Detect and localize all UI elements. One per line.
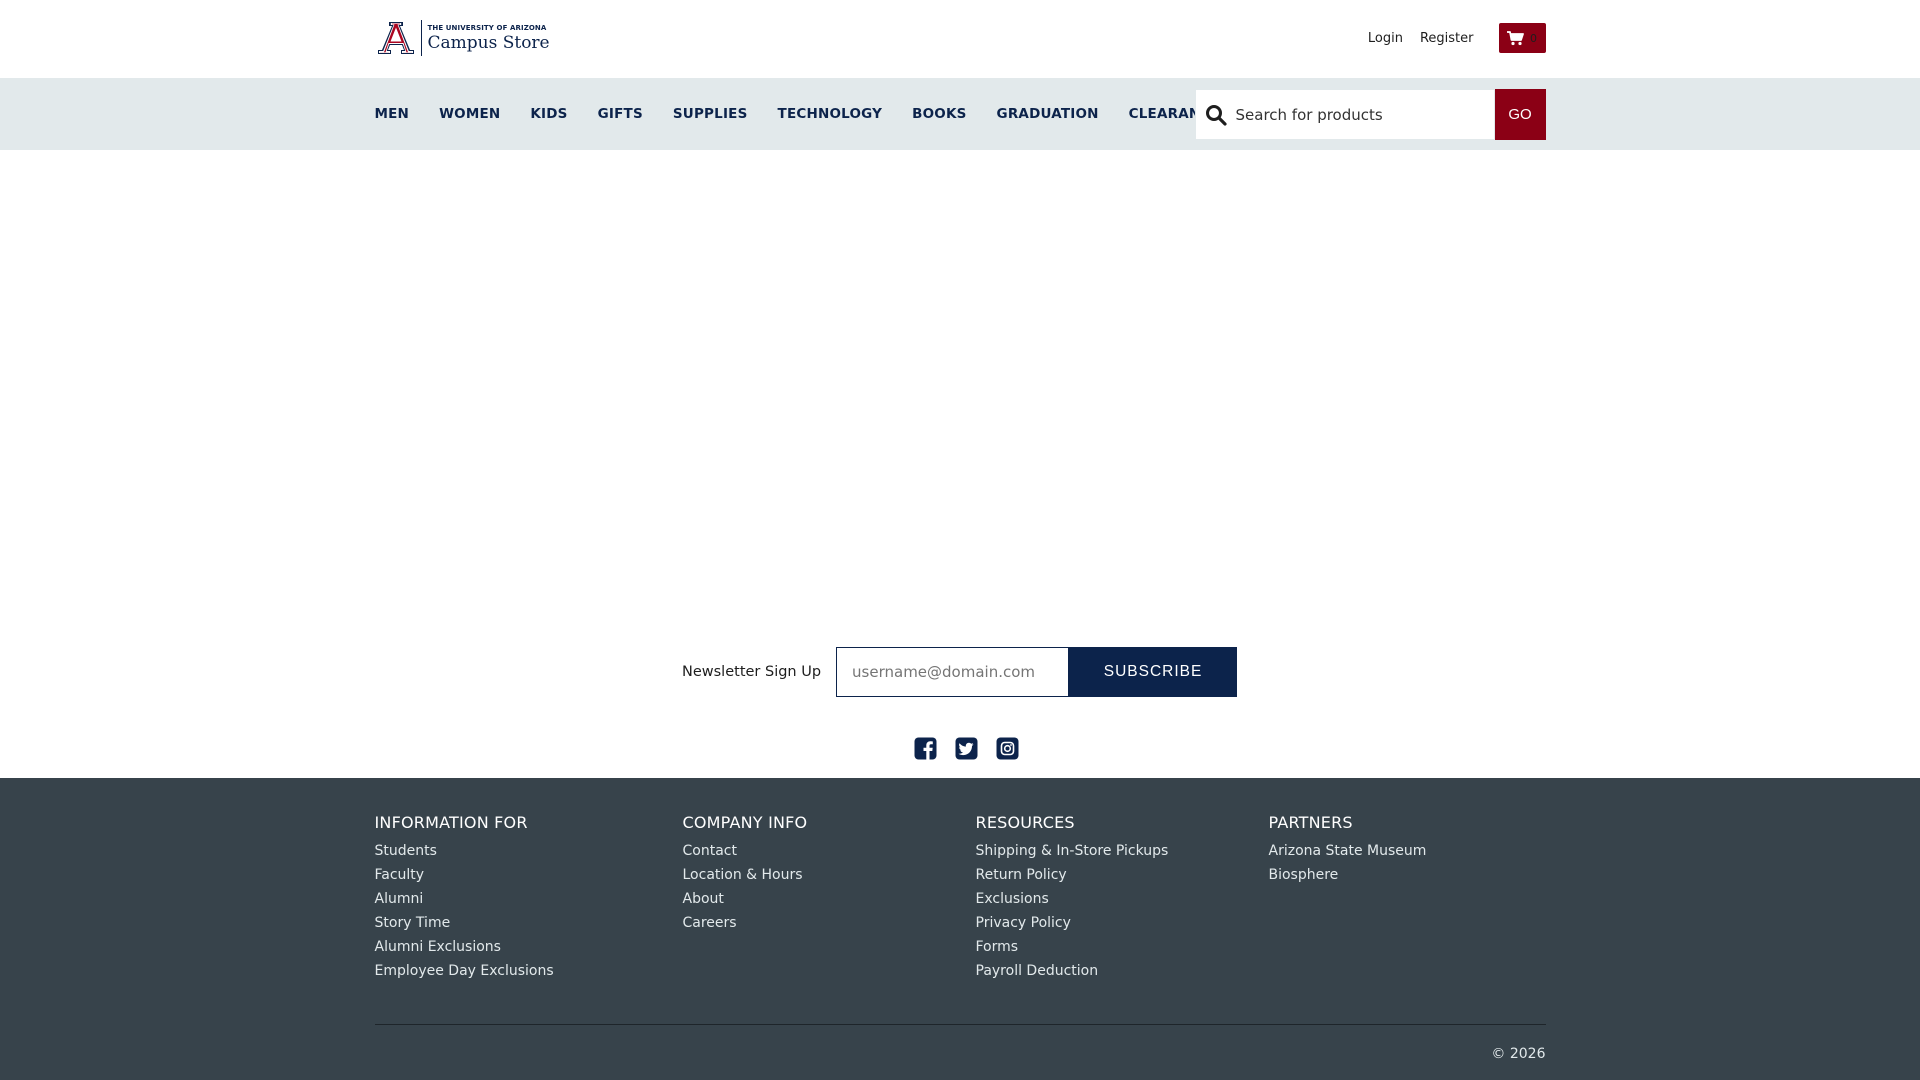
newsletter-label: Newsletter Sign Up xyxy=(682,664,822,680)
subscribe-button[interactable]: SUBSCRIBE xyxy=(1069,647,1238,697)
search-input[interactable] xyxy=(1235,105,1476,124)
logo-divider xyxy=(420,20,422,56)
nav-item-books[interactable]: BOOKS xyxy=(912,106,966,122)
footer-column-partners: PARTNERS Arizona State Museum Biosphere xyxy=(1269,813,1427,887)
footer-link-arizona-state-museum[interactable]: Arizona State Museum xyxy=(1269,839,1427,863)
facebook-icon xyxy=(914,737,937,760)
footer-link-privacy-policy[interactable]: Privacy Policy xyxy=(976,911,1169,935)
footer-link-forms[interactable]: Forms xyxy=(976,935,1169,959)
footer-heading: INFORMATION FOR xyxy=(374,813,528,832)
nav-item-technology[interactable]: TECHNOLOGY xyxy=(778,106,883,122)
product-search-form: GO xyxy=(1194,89,1546,140)
newsletter-signup: Newsletter Sign Up SUBSCRIBE xyxy=(0,647,1920,697)
instagram-link[interactable] xyxy=(996,737,1019,764)
footer-link-faculty[interactable]: Faculty xyxy=(375,863,554,887)
nav-item-kids[interactable]: KIDS xyxy=(530,106,567,122)
footer-column-information-for: INFORMATION FOR Students Faculty Alumni … xyxy=(375,813,554,983)
instagram-icon xyxy=(996,737,1019,760)
footer-heading: PARTNERS xyxy=(1268,813,1353,832)
footer-link-biosphere[interactable]: Biosphere xyxy=(1269,863,1427,887)
nav-item-supplies[interactable]: SUPPLIES xyxy=(673,106,748,122)
arizona-a-logo-icon xyxy=(377,22,414,54)
cart-count: 0 xyxy=(1530,31,1537,45)
footer-link-students[interactable]: Students xyxy=(375,839,554,863)
footer-link-story-time[interactable]: Story Time xyxy=(375,911,554,935)
footer-link-return-policy[interactable]: Return Policy xyxy=(976,863,1169,887)
twitter-link[interactable] xyxy=(955,737,978,764)
shopping-cart-icon xyxy=(1507,30,1524,45)
site-footer: INFORMATION FOR Students Faculty Alumni … xyxy=(0,778,1920,1080)
category-menu: MEN WOMEN KIDS GIFTS SUPPLIES TECHNOLOGY… xyxy=(375,78,1250,150)
store-logo-link[interactable]: THE UNIVERSITY OF ARIZONA Campus Store xyxy=(375,20,550,56)
footer-link-exclusions[interactable]: Exclusions xyxy=(976,887,1169,911)
footer-link-alumni[interactable]: Alumni xyxy=(375,887,554,911)
search-icon xyxy=(1205,104,1227,126)
footer-link-alumni-exclusions[interactable]: Alumni Exclusions xyxy=(375,935,554,959)
nav-item-gifts[interactable]: GIFTS xyxy=(598,106,643,122)
main-navigation: MEN WOMEN KIDS GIFTS SUPPLIES TECHNOLOGY… xyxy=(0,78,1920,150)
social-links xyxy=(914,737,1019,764)
copyright-text: © 2026 xyxy=(1491,1046,1546,1062)
logo-store-name: Campus Store xyxy=(427,32,550,53)
footer-link-contact[interactable]: Contact xyxy=(683,839,808,863)
account-links: Login Register 0 xyxy=(1368,23,1546,53)
cart-button[interactable]: 0 xyxy=(1498,23,1546,53)
nav-item-men[interactable]: MEN xyxy=(375,106,410,122)
footer-link-payroll-deduction[interactable]: Payroll Deduction xyxy=(976,959,1169,983)
footer-link-careers[interactable]: Careers xyxy=(683,911,808,935)
footer-link-employee-day-exclusions[interactable]: Employee Day Exclusions xyxy=(375,959,554,983)
footer-divider xyxy=(374,1024,1546,1025)
footer-column-company-info: COMPANY INFO Contact Location & Hours Ab… xyxy=(683,813,808,935)
footer-column-resources: RESOURCES Shipping & In-Store Pickups Re… xyxy=(976,813,1169,983)
footer-link-shipping[interactable]: Shipping & In-Store Pickups xyxy=(976,839,1169,863)
nav-item-graduation[interactable]: GRADUATION xyxy=(997,106,1099,122)
newsletter-email-input[interactable] xyxy=(836,647,1070,697)
search-go-button[interactable]: GO xyxy=(1494,89,1546,140)
facebook-link[interactable] xyxy=(914,737,937,764)
search-field-wrapper xyxy=(1194,89,1495,140)
twitter-icon xyxy=(955,737,978,760)
logo-text: THE UNIVERSITY OF ARIZONA Campus Store xyxy=(427,23,550,53)
site-header: THE UNIVERSITY OF ARIZONA Campus Store L… xyxy=(0,0,1920,150)
footer-link-location-hours[interactable]: Location & Hours xyxy=(683,863,808,887)
footer-link-about[interactable]: About xyxy=(683,887,808,911)
nav-item-women[interactable]: WOMEN xyxy=(439,106,500,122)
register-link[interactable]: Register xyxy=(1420,31,1474,46)
logo-university-name: THE UNIVERSITY OF ARIZONA xyxy=(427,23,547,32)
footer-heading: COMPANY INFO xyxy=(682,813,808,832)
footer-heading: RESOURCES xyxy=(975,813,1075,832)
login-link[interactable]: Login xyxy=(1368,31,1403,46)
